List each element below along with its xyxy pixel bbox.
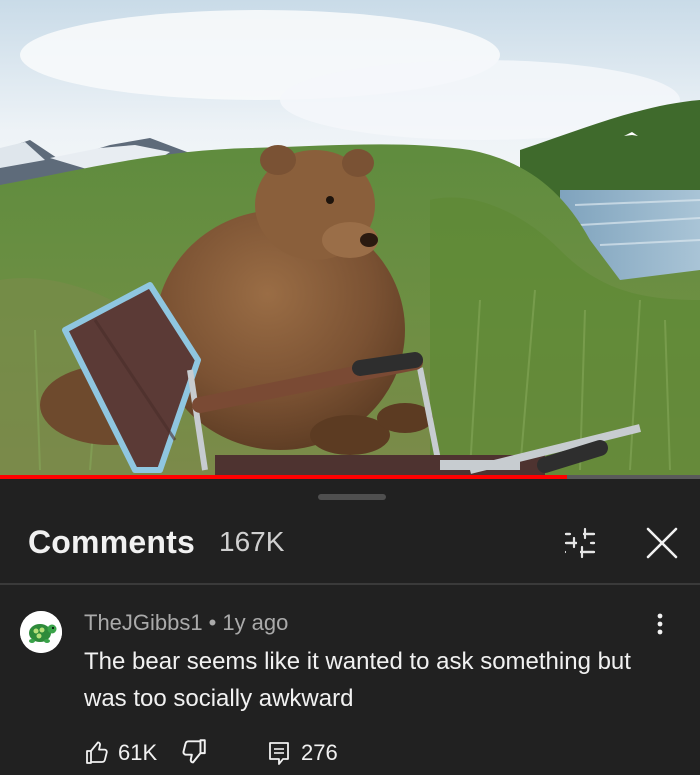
sort-filter-icon bbox=[564, 527, 596, 559]
video-player[interactable] bbox=[0, 0, 700, 477]
comment-age: 1y ago bbox=[222, 610, 289, 635]
turtle-avatar-icon bbox=[20, 611, 62, 653]
reply-button[interactable]: 276 bbox=[267, 735, 338, 771]
close-icon bbox=[646, 527, 678, 559]
comments-title: Comments bbox=[28, 524, 195, 560]
comment-text: The bear seems like it wanted to ask som… bbox=[84, 648, 631, 712]
like-count: 61K bbox=[118, 740, 158, 765]
sort-filter-button[interactable] bbox=[560, 523, 600, 563]
comment-author[interactable]: TheJGibbs1 bbox=[84, 610, 203, 635]
comment-item: TheJGibbs1 • 1y ago The bear seems like it… bbox=[0, 585, 700, 775]
comments-panel: Comments 167K TheJGibbs1 • 1y ago The be… bbox=[0, 479, 700, 775]
comment-actions: 61K 276 bbox=[84, 735, 684, 771]
drag-handle[interactable] bbox=[318, 494, 386, 500]
reply-count: 276 bbox=[301, 740, 338, 765]
thumbs-up-icon bbox=[86, 741, 108, 764]
comment-meta: TheJGibbs1 • 1y ago bbox=[84, 610, 288, 636]
avatar[interactable] bbox=[20, 611, 62, 653]
comments-count: 167K bbox=[219, 526, 285, 557]
comments-header: Comments 167K bbox=[0, 509, 700, 579]
video-frame bbox=[0, 0, 700, 477]
comment-more-button[interactable] bbox=[645, 609, 675, 639]
more-vertical-icon bbox=[657, 613, 663, 635]
thumbs-down-icon bbox=[182, 739, 206, 764]
meta-separator: • bbox=[208, 610, 217, 635]
reply-icon bbox=[269, 742, 289, 765]
close-button[interactable] bbox=[640, 521, 684, 565]
like-button[interactable]: 61K bbox=[84, 735, 157, 771]
dislike-button[interactable] bbox=[180, 737, 212, 769]
